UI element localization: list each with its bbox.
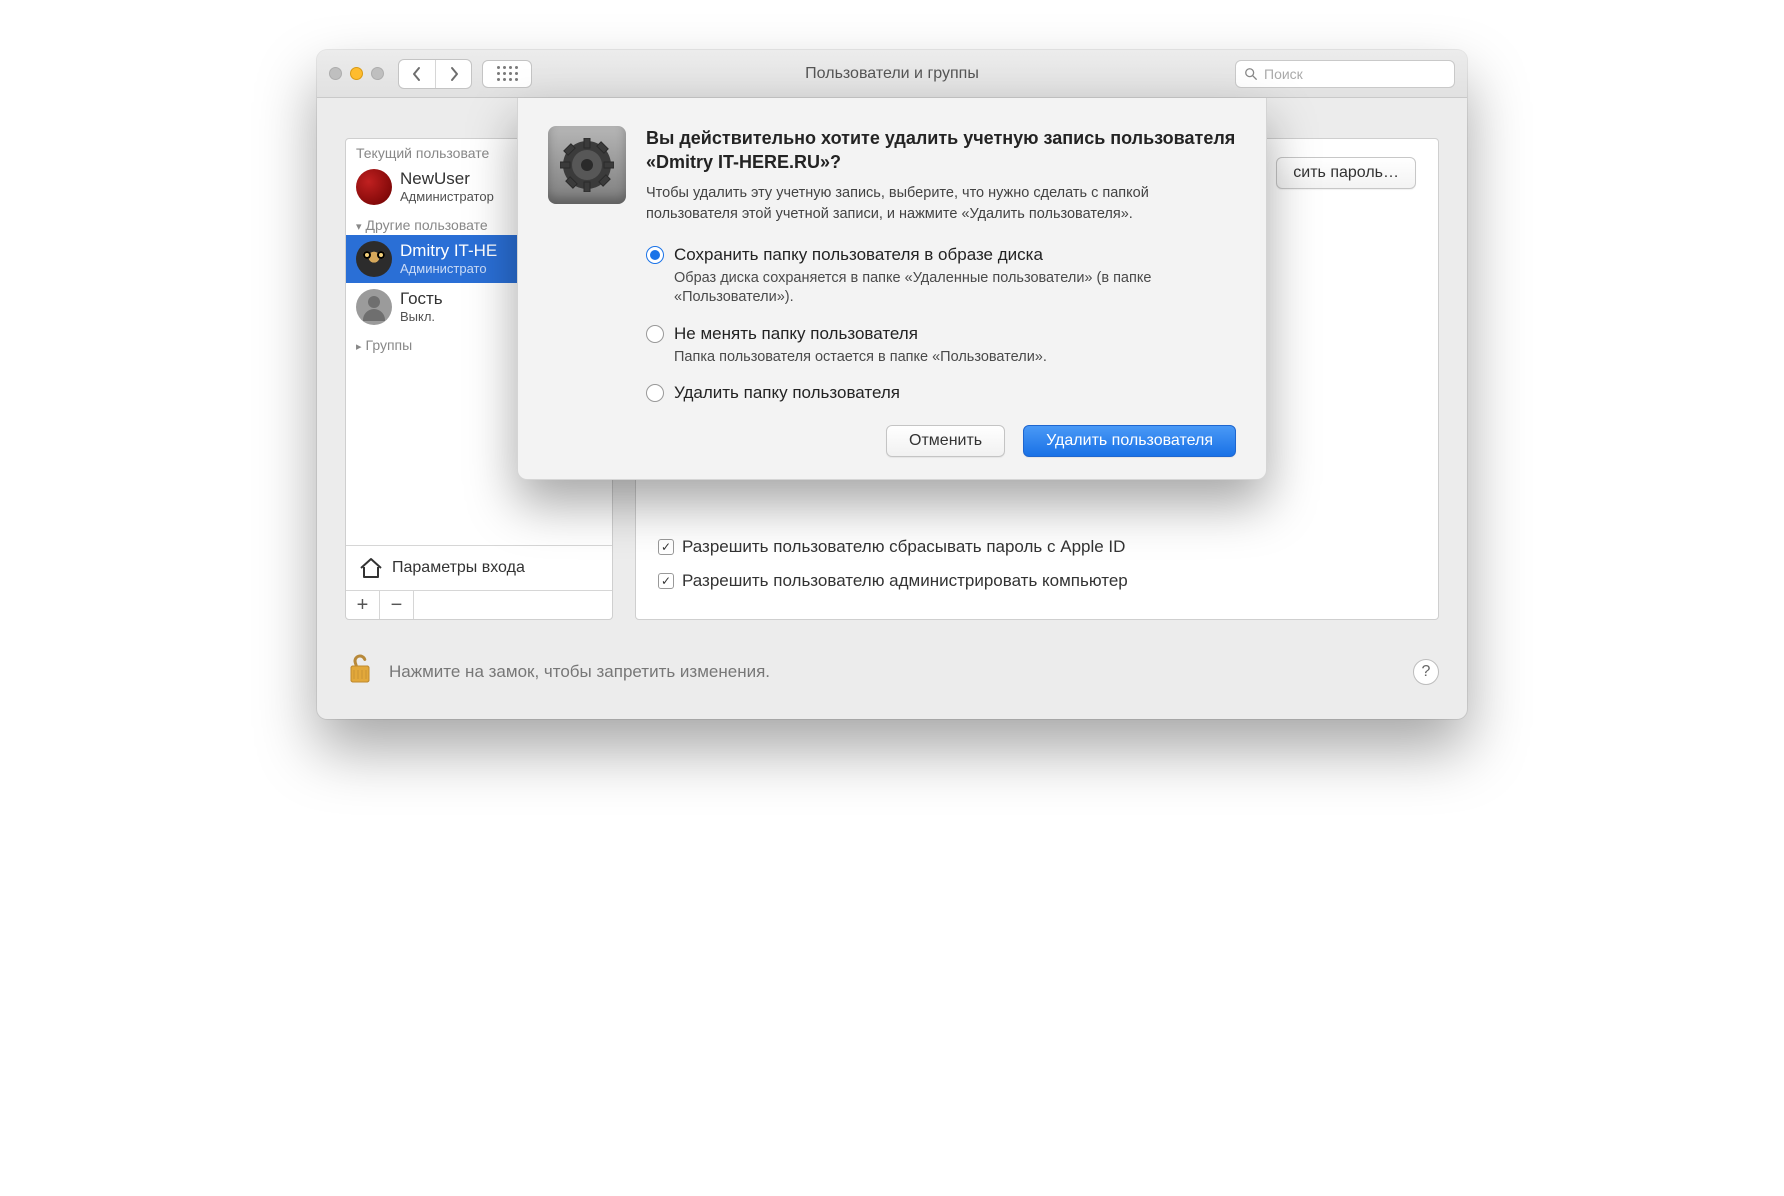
back-button[interactable]: [399, 60, 435, 88]
user-name: NewUser: [400, 170, 494, 189]
user-options: ✓ Разрешить пользователю сбрасывать паро…: [658, 537, 1416, 591]
help-button[interactable]: ?: [1413, 659, 1439, 685]
search-field[interactable]: [1235, 60, 1455, 88]
checkbox-icon: ✓: [658, 573, 674, 589]
user-role: Выкл.: [400, 309, 443, 324]
grid-icon: [497, 66, 518, 81]
search-input[interactable]: [1264, 66, 1446, 82]
dialog-subtitle: Чтобы удалить эту учетную запись, выбери…: [646, 183, 1236, 225]
remove-user-button[interactable]: −: [380, 591, 414, 619]
radio-icon: [646, 384, 664, 402]
preferences-window: Пользователи и группы Текущий пользовате…: [317, 50, 1467, 719]
checkbox-label: Разрешить пользователю сбрасывать пароль…: [682, 537, 1125, 557]
radio-label: Не менять папку пользователя: [674, 324, 918, 344]
radio-delete-folder[interactable]: Удалить папку пользователя: [646, 383, 1236, 403]
close-window-button[interactable]: [329, 67, 342, 80]
allow-appleid-reset-checkbox[interactable]: ✓ Разрешить пользователю сбрасывать паро…: [658, 537, 1416, 557]
checkbox-label: Разрешить пользователю администрировать …: [682, 571, 1128, 591]
login-options-row[interactable]: Параметры входа: [346, 545, 612, 590]
avatar-icon: [356, 169, 392, 205]
user-role: Администрато: [400, 261, 497, 276]
add-user-button[interactable]: +: [346, 591, 380, 619]
lock-hint: Нажмите на замок, чтобы запретить измене…: [389, 662, 770, 682]
dialog-body: Вы действительно хотите удалить учетную …: [646, 126, 1236, 457]
dialog-title: Вы действительно хотите удалить учетную …: [646, 126, 1236, 175]
avatar-icon: [356, 289, 392, 325]
radio-keep-folder[interactable]: Не менять папку пользователя Папка польз…: [646, 324, 1236, 368]
cancel-button[interactable]: Отменить: [886, 425, 1005, 457]
radio-icon: [646, 246, 664, 264]
window-title: Пользователи и группы: [805, 65, 979, 83]
forward-button[interactable]: [435, 60, 471, 88]
avatar-icon: [356, 241, 392, 277]
delete-user-dialog: Вы действительно хотите удалить учетную …: [517, 98, 1267, 480]
radio-label: Удалить папку пользователя: [674, 383, 900, 403]
dialog-buttons: Отменить Удалить пользователя: [646, 425, 1236, 457]
gear-icon: [560, 138, 614, 192]
footer: Нажмите на замок, чтобы запретить измене…: [317, 642, 1467, 719]
user-role: Администратор: [400, 189, 494, 204]
checkbox-icon: ✓: [658, 539, 674, 555]
nav-buttons: [398, 59, 472, 89]
user-name: Dmitry IT-HE: [400, 242, 497, 261]
unlocked-lock-icon: [345, 652, 375, 686]
add-remove-bar: + −: [346, 590, 612, 619]
radio-save-image[interactable]: Сохранить папку пользователя в образе ди…: [646, 245, 1236, 308]
login-options-label: Параметры входа: [392, 559, 525, 577]
user-name: Гость: [400, 290, 443, 309]
window-controls: [329, 67, 384, 80]
lock-button[interactable]: [345, 652, 375, 691]
zoom-window-button[interactable]: [371, 67, 384, 80]
show-all-button[interactable]: [482, 60, 532, 88]
titlebar: Пользователи и группы: [317, 50, 1467, 98]
system-preferences-icon: [548, 126, 626, 204]
chevron-left-icon: [412, 66, 422, 82]
reset-password-button[interactable]: сить пароль…: [1276, 157, 1416, 189]
radio-description: Образ диска сохраняется в папке «Удаленн…: [674, 269, 1236, 308]
radio-icon: [646, 325, 664, 343]
search-icon: [1244, 67, 1258, 81]
delete-user-button[interactable]: Удалить пользователя: [1023, 425, 1236, 457]
chevron-right-icon: [449, 66, 459, 82]
radio-group: Сохранить папку пользователя в образе ди…: [646, 245, 1236, 404]
minimize-window-button[interactable]: [350, 67, 363, 80]
allow-admin-checkbox[interactable]: ✓ Разрешить пользователю администрироват…: [658, 571, 1416, 591]
radio-description: Папка пользователя остается в папке «Пол…: [674, 348, 1236, 368]
house-icon: [358, 556, 384, 580]
radio-label: Сохранить папку пользователя в образе ди…: [674, 245, 1043, 265]
